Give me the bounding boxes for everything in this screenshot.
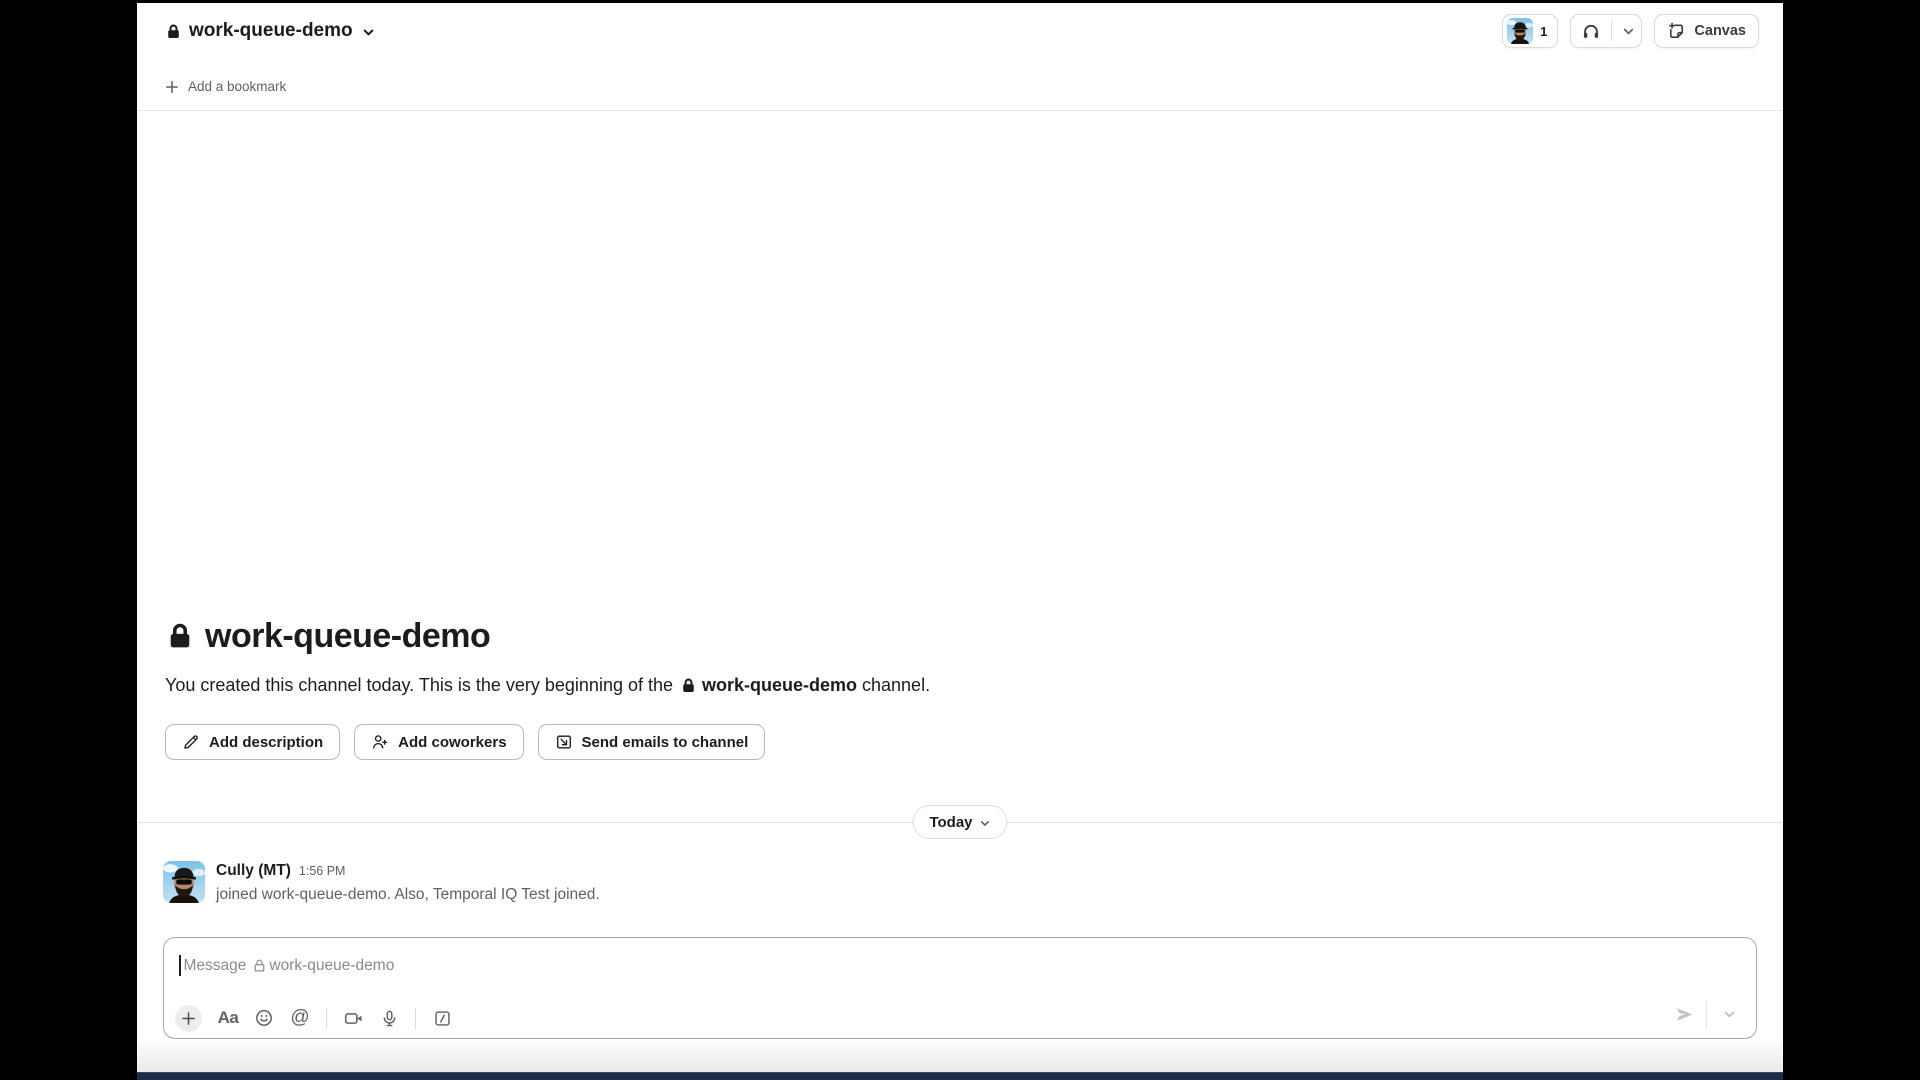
chevron-down-icon xyxy=(980,818,991,829)
message-input[interactable]: Message work-queue-demo xyxy=(179,955,394,976)
add-coworkers-button[interactable]: Add coworkers xyxy=(354,724,523,760)
channel-intro-title: work-queue-demo xyxy=(165,615,930,657)
add-description-button[interactable]: Add description xyxy=(165,724,340,760)
mention-button[interactable]: @ xyxy=(285,1003,315,1033)
plus-icon xyxy=(165,80,179,94)
lock-outline-icon xyxy=(252,958,267,973)
add-bookmark-button[interactable]: Add a bookmark xyxy=(165,79,286,94)
pencil-icon xyxy=(182,733,200,751)
headphones-icon xyxy=(1581,21,1601,41)
channel-intro-description: You created this channel today. This is … xyxy=(165,673,930,698)
canvas-button[interactable]: Canvas xyxy=(1654,14,1759,48)
text-cursor xyxy=(179,955,181,976)
composer-placeholder: Message xyxy=(184,957,247,975)
message-composer: Message work-queue-demo Aa @ xyxy=(163,937,1757,1039)
bottom-navy-bar xyxy=(137,1072,1783,1080)
composer-toolbar: Aa @ xyxy=(172,1003,460,1033)
shortcuts-button[interactable] xyxy=(427,1003,457,1033)
chevron-down-icon xyxy=(362,26,375,39)
channel-intro-actions: Add description Add coworkers Send email… xyxy=(165,724,930,760)
channel-name: work-queue-demo xyxy=(702,673,857,698)
message-author[interactable]: Cully (MT) xyxy=(216,862,291,880)
divider xyxy=(1611,21,1612,41)
user-avatar[interactable] xyxy=(163,861,205,903)
huddle-button[interactable] xyxy=(1570,14,1642,48)
message-text: joined work-queue-demo. Also, Temporal I… xyxy=(216,884,600,906)
members-button[interactable]: 1 xyxy=(1502,14,1558,48)
message-timestamp[interactable]: 1:56 PM xyxy=(299,864,346,878)
emoji-button[interactable] xyxy=(249,1003,279,1033)
attach-plus-button[interactable] xyxy=(175,1005,202,1032)
send-options-chevron-icon[interactable] xyxy=(1714,999,1744,1029)
message-content: Cully (MT) 1:56 PM joined work-queue-dem… xyxy=(216,861,600,906)
member-count: 1 xyxy=(1540,24,1547,39)
divider xyxy=(326,1008,327,1029)
channel-name: work-queue-demo xyxy=(189,20,353,42)
bottom-gray-strip xyxy=(137,1040,1783,1072)
channel-intro: work-queue-demo You created this channel… xyxy=(165,615,930,760)
divider xyxy=(1706,1002,1707,1027)
lock-icon xyxy=(680,677,697,694)
channel-header: work-queue-demo xyxy=(137,3,1783,59)
slack-channel-window: work-queue-demo xyxy=(137,3,1783,1080)
lock-icon xyxy=(165,23,182,40)
person-add-icon xyxy=(371,733,389,751)
message-row: Cully (MT) 1:56 PM joined work-queue-dem… xyxy=(163,861,600,906)
send-emails-button[interactable]: Send emails to channel xyxy=(538,724,766,760)
date-divider-button[interactable]: Today xyxy=(912,805,1007,839)
channel-title-menu[interactable]: work-queue-demo xyxy=(165,20,375,42)
formatting-button[interactable]: Aa xyxy=(213,1003,243,1033)
video-clip-button[interactable] xyxy=(338,1003,368,1033)
header-actions: 1 Canvas xyxy=(1502,14,1759,48)
audio-clip-button[interactable] xyxy=(374,1003,404,1033)
canvas-label: Canvas xyxy=(1694,23,1746,39)
send-button[interactable] xyxy=(1669,999,1699,1029)
member-avatar xyxy=(1507,18,1533,44)
lock-icon xyxy=(165,621,195,651)
add-bookmark-label: Add a bookmark xyxy=(188,79,286,94)
huddle-options-chevron-icon[interactable] xyxy=(1622,25,1635,38)
header-divider xyxy=(137,110,1783,111)
composer-send-area xyxy=(1669,999,1744,1029)
composer-placeholder-channel: work-queue-demo xyxy=(269,957,394,975)
email-icon xyxy=(555,733,573,751)
canvas-icon xyxy=(1667,22,1686,41)
divider xyxy=(415,1008,416,1029)
